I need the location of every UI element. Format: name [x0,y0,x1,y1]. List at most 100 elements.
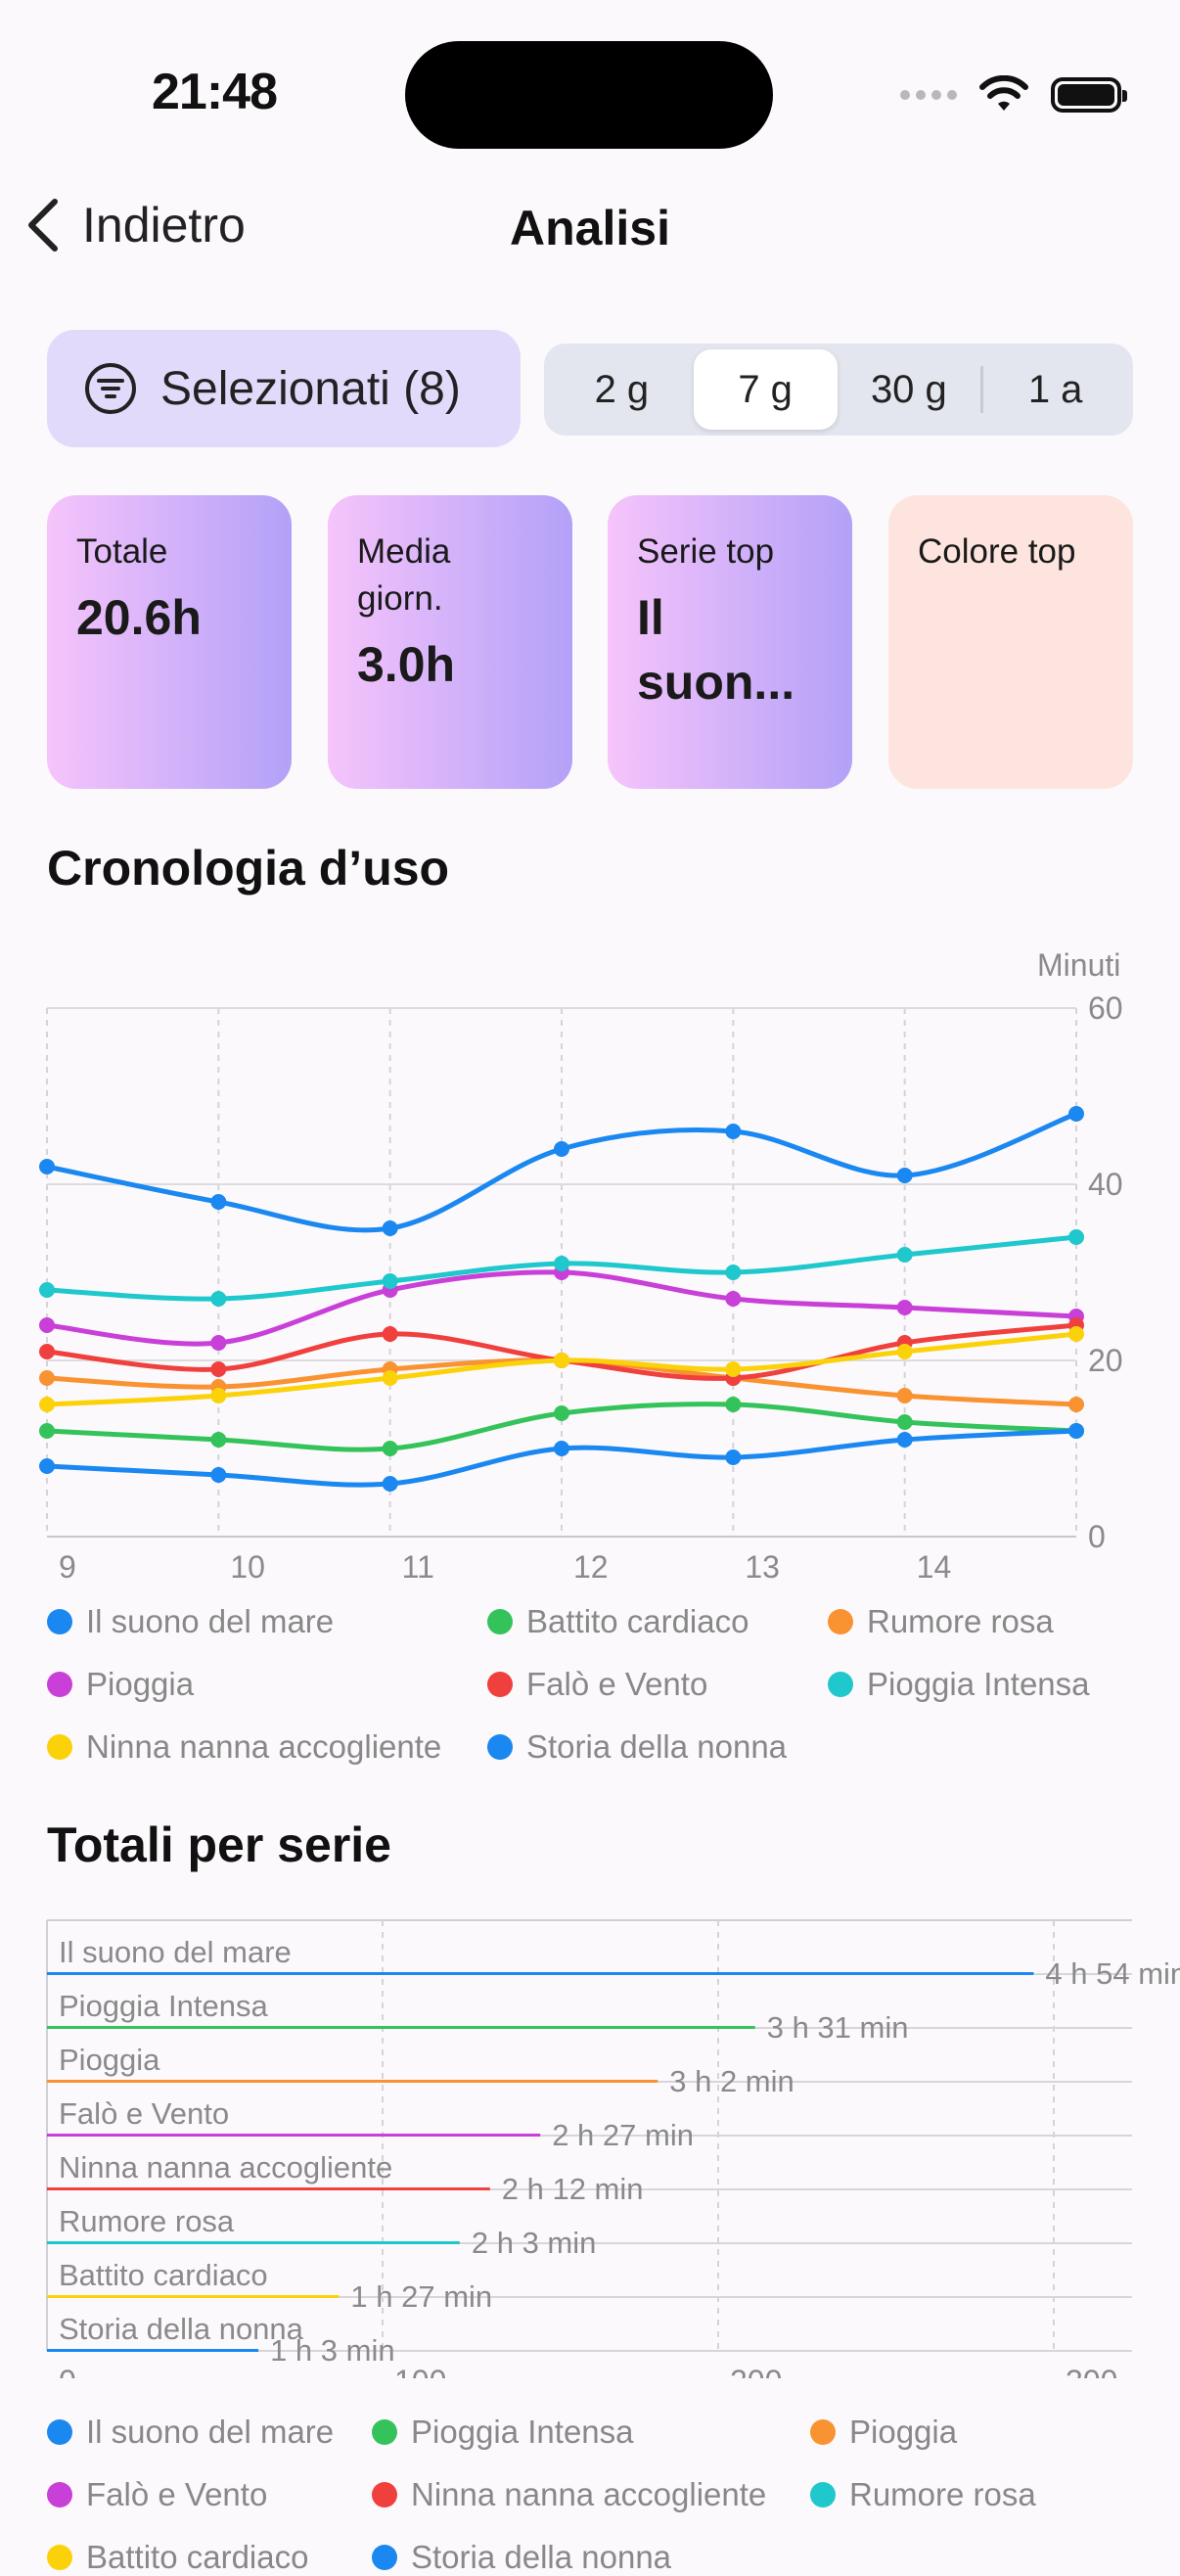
legend-label: Falò e Vento [86,2476,268,2512]
legend-item-storia-della-nonna: Storia della nonna [487,1728,787,1766]
bar-category-label: Il suono del mare [59,1935,292,1969]
data-point-falo-e-vento [39,1344,55,1359]
legend-label: Il suono del mare [86,2414,335,2450]
bar-pioggia [47,2080,658,2083]
legend-item-storia-della-nonna: Storia della nonna [372,2539,671,2576]
x-tick-label: 200 [730,2364,782,2378]
filter-icon [85,363,136,414]
card-top-series: Serie top Il suon... [608,495,852,789]
legend-item-pioggia-intensa: Pioggia Intensa [828,1666,1090,1703]
data-point-pioggia-intensa [210,1291,227,1307]
card-value: 3.0h [357,637,456,692]
legend-label: Ninna nanna accogliente [86,1728,442,1765]
x-tick-label: 300 [1066,2364,1117,2378]
data-point-ninna-nanna-accogliente [725,1361,742,1377]
line-chart: 60 40 20 0 9 10 11 12 13 14 [39,990,1123,1585]
legend-label: Rumore rosa [849,2476,1036,2512]
legend-dot [47,2482,72,2507]
legend-label: Pioggia Intensa [867,1666,1090,1702]
legend-item-ninna-nanna-accogliente: Ninna nanna accogliente [372,2476,766,2513]
x-tick-label: 13 [745,1549,780,1585]
range-option-2g[interactable]: 2 g [550,349,694,430]
data-point-ninna-nanna-accogliente [210,1388,227,1403]
section-title-timeline: Cronologia d’uso [47,841,450,896]
y-tick-label: 20 [1088,1343,1123,1378]
dynamic-island [405,41,773,149]
data-point-storia-della-nonna [725,1449,742,1465]
y-tick-label: 0 [1088,1519,1106,1554]
bar-value-label: 2 h 27 min [552,2118,694,2152]
bar-storia-della-nonna [47,2349,259,2352]
legend-label: Pioggia Intensa [411,2414,634,2450]
card-value: 20.6h [76,590,202,645]
data-point-rumore-rosa [39,1370,55,1386]
range-option-7g[interactable]: 7 g [693,349,838,430]
y-tick-label: 40 [1088,1167,1123,1202]
bar-category-label: Battito cardiaco [59,2258,268,2292]
x-tick-label: 100 [394,2364,446,2378]
data-point-rumore-rosa [1068,1397,1084,1412]
legend-dot [47,2545,72,2570]
data-point-pioggia-intensa [554,1256,569,1271]
x-tick-label: 12 [573,1549,609,1585]
data-point-il-suono-del-mare [210,1194,227,1210]
data-point-storia-della-nonna [896,1432,913,1448]
data-point-pioggia [210,1335,227,1351]
legend-label: Falò e Vento [526,1666,708,1702]
data-point-storia-della-nonna [554,1441,569,1456]
x-tick-label: 0 [59,2364,76,2378]
data-point-il-suono-del-mare [382,1220,398,1236]
bar-category-label: Falò e Vento [59,2096,230,2131]
bar-battito-cardiaco [47,2295,340,2298]
data-point-falo-e-vento [382,1326,398,1342]
card-value: Il suon... [637,590,795,710]
legend-label: Battito cardiaco [526,1603,749,1639]
bar-value-label: 3 h 31 min [766,2010,909,2045]
section-title-totals: Totali per serie [47,1817,391,1872]
card-total: Totale 20.6h [47,495,292,789]
card-label: Colore top [918,532,1076,571]
data-point-il-suono-del-mare [896,1168,913,1183]
legend-dot [810,2419,836,2445]
range-option-1a[interactable]: 1 a [983,349,1127,430]
status-time: 21:48 [152,64,278,120]
bar-value-label: 1 h 27 min [350,2279,493,2314]
bar-category-label: Storia della nonna [59,2312,303,2346]
data-point-battito-cardiaco [725,1397,742,1412]
battery-icon [1051,77,1127,113]
series-filter-button[interactable]: Selezionati (8) [47,330,521,447]
data-point-battito-cardiaco [382,1441,398,1456]
data-point-pioggia [896,1300,913,1315]
legend-label: Storia della nonna [526,1728,788,1765]
data-point-storia-della-nonna [39,1458,55,1474]
legend-dot [47,1609,72,1634]
x-tick-label: 11 [402,1549,434,1585]
legend-item-pioggia: Pioggia [810,2414,957,2451]
x-tick-label: 14 [917,1549,952,1585]
legend-item-battito-cardiaco: Battito cardiaco [487,1603,749,1640]
data-point-pioggia [39,1317,55,1333]
legend-dot [828,1672,853,1697]
bar-value-label: 2 h 3 min [471,2226,597,2260]
data-point-il-suono-del-mare [554,1141,569,1157]
bar-pioggia-intensa [47,2026,755,2029]
legend-item-rumore-rosa: Rumore rosa [828,1603,1054,1640]
bar-ninna-nanna-accogliente [47,2187,490,2190]
legend-item-pioggia-intensa: Pioggia Intensa [372,2414,634,2451]
bar-category-label: Pioggia [59,2043,160,2077]
legend-dot [47,1672,72,1697]
legend-item-falo-e-vento: Falò e Vento [47,2476,267,2513]
legend-item-il-suono-del-mare: Il suono del mare [47,1603,334,1640]
legend-label: Battito cardiaco [86,2539,309,2575]
legend-item-falo-e-vento: Falò e Vento [487,1666,707,1703]
status-icons [900,70,1127,119]
bar-falo-e-vento [47,2134,541,2137]
x-tick-label: 9 [59,1549,76,1585]
data-point-battito-cardiaco [39,1423,55,1439]
range-option-30g[interactable]: 30 g [838,349,981,430]
bar-il-suono-del-mare [47,1972,1034,1975]
signal-icon [900,90,957,100]
legend-item-rumore-rosa: Rumore rosa [810,2476,1036,2513]
legend-dot [47,1734,72,1760]
data-point-pioggia-intensa [382,1273,398,1289]
